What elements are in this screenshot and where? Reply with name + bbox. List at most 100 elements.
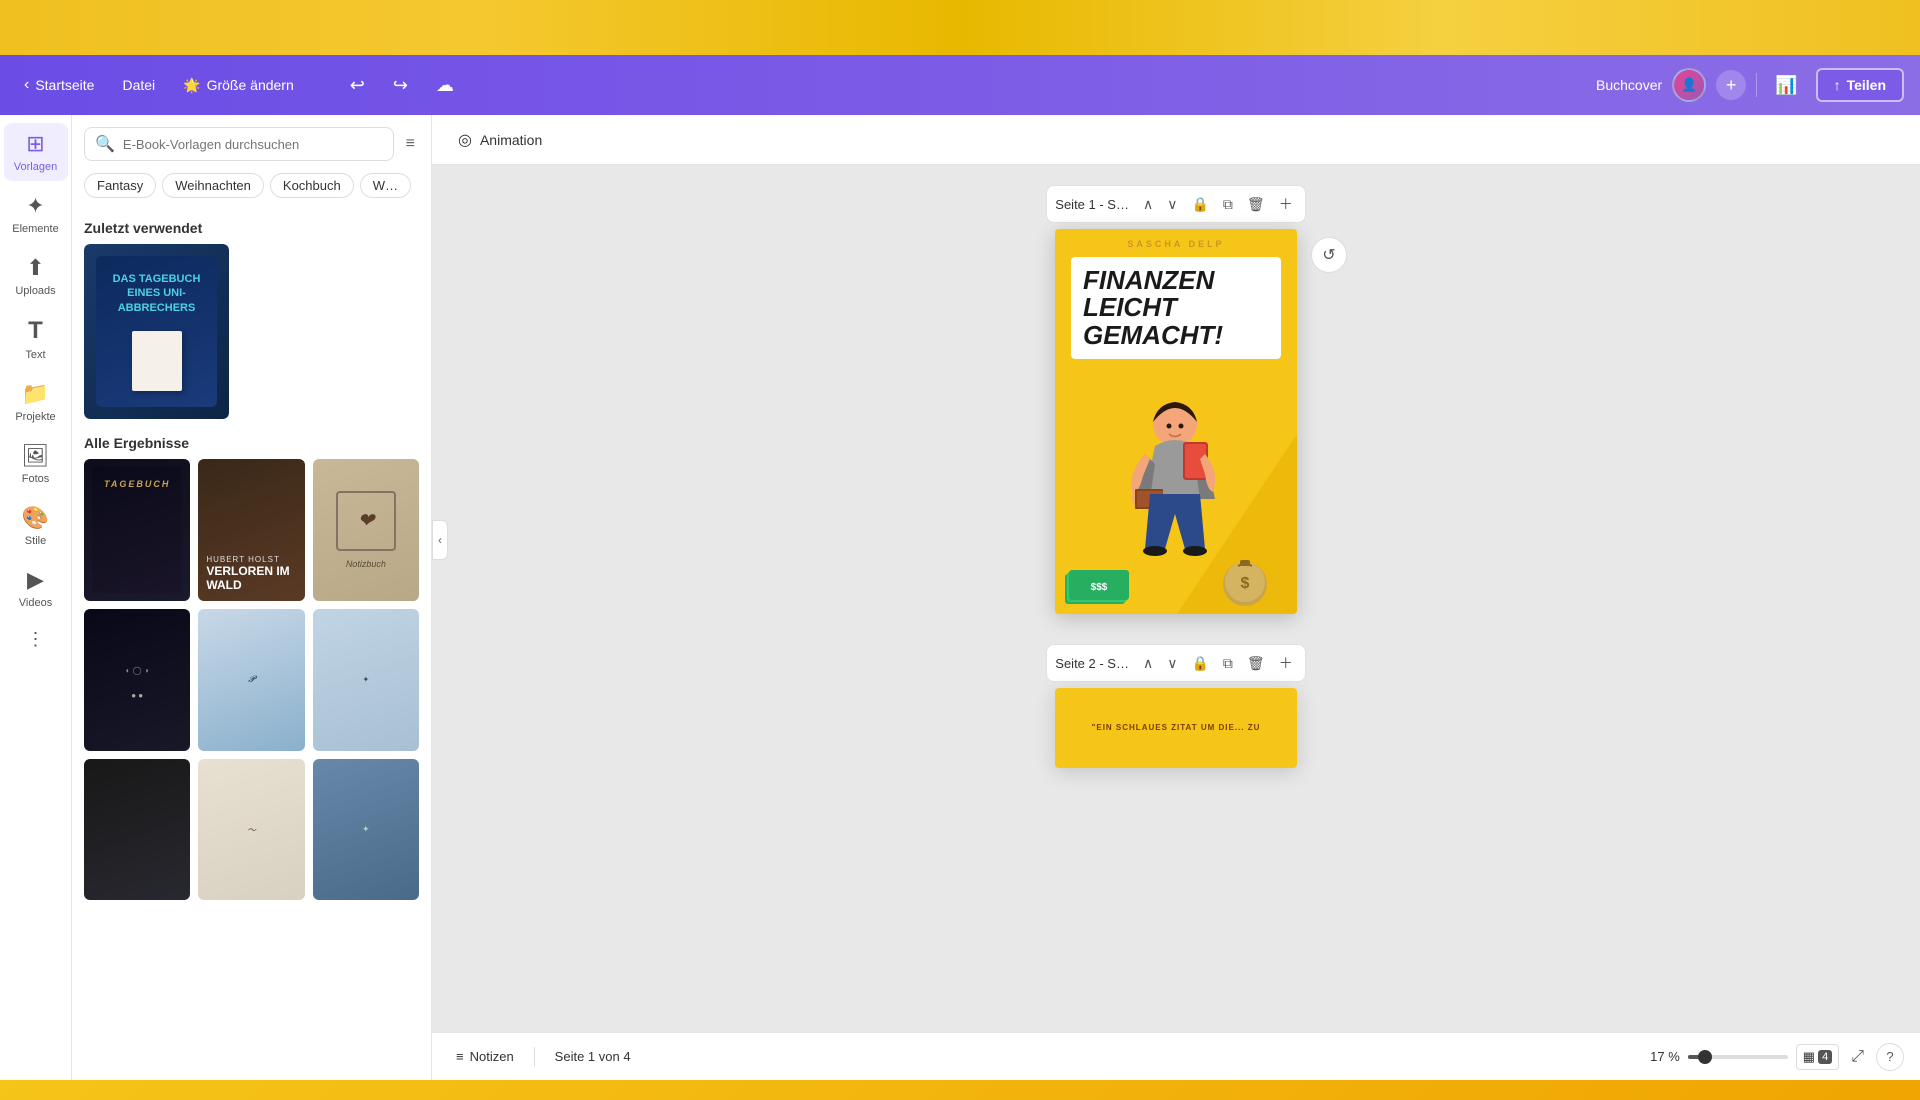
- refresh-icon: ↺: [1322, 245, 1335, 265]
- sidebar-text-label: Text: [25, 349, 45, 361]
- zoom-area: 17 % ▦ 4 ⤢ ?: [1640, 1043, 1904, 1071]
- size-label: Größe ändern: [207, 77, 294, 93]
- sidebar-item-elemente[interactable]: ✦ Elemente: [4, 185, 68, 243]
- page1-copy-button[interactable]: ⧉: [1219, 192, 1237, 217]
- chevron-up-icon: ∧: [1143, 196, 1153, 212]
- help-button[interactable]: ?: [1876, 1043, 1904, 1071]
- zoom-slider-thumb[interactable]: [1698, 1050, 1712, 1064]
- back-button[interactable]: ‹ Startseite: [16, 72, 102, 98]
- sidebar-item-stile[interactable]: 🎨 Stile: [4, 497, 68, 555]
- tag-weihnachten[interactable]: Weihnachten: [162, 173, 264, 198]
- size-change-button[interactable]: 🌟 Größe ändern: [175, 73, 302, 98]
- page2-copy-icon: ⧉: [1223, 655, 1233, 671]
- page2-label: Seite 2 - S…: [1055, 656, 1129, 671]
- result-thumb-2[interactable]: HUBERT HOLST VERLOREN IMWALD: [198, 459, 304, 601]
- sidebar-item-vorlagen[interactable]: ⊞ Vorlagen: [4, 123, 68, 181]
- result-thumb-1[interactable]: TAGEBUCH TAGEBUCH: [84, 459, 190, 601]
- notes-button[interactable]: ≡ Notizen: [448, 1045, 522, 1068]
- videos-icon: ▶: [27, 567, 44, 593]
- page2-copy-button[interactable]: ⧉: [1219, 651, 1237, 676]
- file-label: Datei: [122, 77, 155, 93]
- book-graphic: [132, 331, 182, 391]
- share-button[interactable]: ↑ Teilen: [1816, 68, 1904, 102]
- zoom-label: 17 %: [1640, 1049, 1680, 1064]
- header-divider: [1756, 73, 1757, 97]
- recent-thumbnail[interactable]: DAS TAGEBUCH EINES UNI-ABBRECHERS: [84, 244, 229, 419]
- page1-controls: Seite 1 - S… ∧ ∨ 🔒 ⧉ 🗑: [1046, 185, 1305, 223]
- page2-chevron-up[interactable]: ∧: [1139, 651, 1157, 676]
- redo-button[interactable]: ↪: [385, 71, 416, 100]
- analytics-button[interactable]: 📊: [1767, 71, 1805, 100]
- sidebar-item-text[interactable]: T Text: [4, 309, 68, 369]
- sidebar: ⊞ Vorlagen ✦ Elemente ⬆ Uploads T Text 📁…: [0, 115, 72, 1080]
- sidebar-vorlagen-label: Vorlagen: [14, 161, 57, 173]
- lock-icon: 🔒: [1191, 196, 1208, 212]
- filter-button[interactable]: ≡: [402, 131, 419, 157]
- page2-chevron-up-icon: ∧: [1143, 655, 1153, 671]
- result-thumb-7[interactable]: [84, 759, 190, 901]
- page2-chevron-down-icon: ∨: [1167, 655, 1177, 671]
- all-results-section: Alle Ergebnisse TAGEBUCH TAGEBUCH: [84, 435, 419, 900]
- save-cloud-button[interactable]: ☁: [428, 71, 462, 100]
- canvas-scroll[interactable]: Seite 1 - S… ∧ ∨ 🔒 ⧉ 🗑: [432, 165, 1920, 1032]
- page1-chevron-up[interactable]: ∧: [1139, 192, 1157, 217]
- redo-icon: ↪: [393, 75, 408, 95]
- result-thumb-9[interactable]: ✦: [313, 759, 419, 901]
- page1-chevron-down[interactable]: ∨: [1163, 192, 1181, 217]
- book-cover-canvas[interactable]: SASCHA DELP FINANZEN LEICHT GEMACHT!: [1055, 229, 1297, 614]
- sidebar-item-uploads[interactable]: ⬆ Uploads: [4, 247, 68, 305]
- user-avatar[interactable]: 👤: [1672, 68, 1706, 102]
- bottom-bar: ≡ Notizen Seite 1 von 4 17 % ▦ 4 ⤢: [432, 1032, 1920, 1080]
- page2-trash-icon: 🗑: [1247, 655, 1265, 671]
- result-thumb-4[interactable]: ◐ ◯ ◑ ● ●: [84, 609, 190, 751]
- page-info: Seite 1 von 4: [547, 1045, 639, 1068]
- page1-lock-button[interactable]: 🔒: [1187, 192, 1212, 217]
- share-icon: ↑: [1834, 77, 1841, 93]
- search-input-wrap[interactable]: 🔍: [84, 127, 394, 161]
- add-collaborator-button[interactable]: +: [1716, 70, 1746, 100]
- tags-row: Fantasy Weihnachten Kochbuch W…: [72, 173, 431, 208]
- page-count-badge: 4: [1818, 1050, 1832, 1064]
- tag-more[interactable]: W…: [360, 173, 411, 198]
- person-illustration: [1065, 364, 1285, 574]
- grid-button[interactable]: ▦ 4: [1796, 1044, 1839, 1070]
- sidebar-item-fotos[interactable]: 🖼 Fotos: [4, 435, 68, 493]
- undo-button[interactable]: ↩: [342, 71, 373, 100]
- page2-chevron-down[interactable]: ∨: [1163, 651, 1181, 676]
- animation-button[interactable]: ◎ Animation: [448, 124, 552, 156]
- file-button[interactable]: Datei: [114, 73, 163, 97]
- undo-icon: ↩: [350, 75, 365, 95]
- title-box: FINANZEN LEICHT GEMACHT!: [1071, 257, 1281, 359]
- sidebar-item-more[interactable]: ⋮: [4, 621, 68, 658]
- sidebar-item-projekte[interactable]: 📁 Projekte: [4, 373, 68, 431]
- page2-add-button[interactable]: ＋: [1275, 649, 1297, 677]
- page2-delete-button[interactable]: 🗑: [1243, 651, 1269, 676]
- bottom-divider: [534, 1047, 535, 1067]
- sidebar-item-videos[interactable]: ▶ Videos: [4, 559, 68, 617]
- page1-delete-button[interactable]: 🗑: [1243, 192, 1269, 217]
- page2-add-icon: ＋: [1279, 655, 1293, 671]
- title-line1: FINANZEN: [1083, 267, 1269, 294]
- page2-canvas[interactable]: "EIN SCHLAUES ZITAT UM DIE... ZU: [1055, 688, 1297, 768]
- result-thumb-3[interactable]: ❤ Notizbuch: [313, 459, 419, 601]
- animation-label: Animation: [480, 132, 542, 148]
- title-line2: LEICHT: [1083, 294, 1269, 321]
- page2-lock-button[interactable]: 🔒: [1187, 651, 1212, 676]
- search-input[interactable]: [123, 137, 383, 152]
- hide-panel-button[interactable]: ‹: [432, 520, 448, 560]
- result-thumb-8[interactable]: ～: [198, 759, 304, 901]
- page2-container: Seite 2 - S… ∧ ∨ 🔒 ⧉ 🗑: [1046, 644, 1305, 768]
- page1-add-button[interactable]: ＋: [1275, 190, 1297, 218]
- refresh-button[interactable]: ↺: [1311, 237, 1347, 273]
- sidebar-uploads-label: Uploads: [15, 285, 55, 297]
- recent-thumb-image: DAS TAGEBUCH EINES UNI-ABBRECHERS: [84, 244, 229, 419]
- tag-kochbuch[interactable]: Kochbuch: [270, 173, 354, 198]
- page1-label: Seite 1 - S…: [1055, 197, 1129, 212]
- result-thumb-6[interactable]: ✦: [313, 609, 419, 751]
- expand-button[interactable]: ⤢: [1847, 1044, 1868, 1070]
- result-thumb-5[interactable]: 𝓟: [198, 609, 304, 751]
- zoom-slider[interactable]: [1688, 1055, 1788, 1059]
- author-name: SASCHA DELP: [1055, 239, 1297, 249]
- tag-fantasy[interactable]: Fantasy: [84, 173, 156, 198]
- back-arrow-icon: ‹: [24, 76, 29, 94]
